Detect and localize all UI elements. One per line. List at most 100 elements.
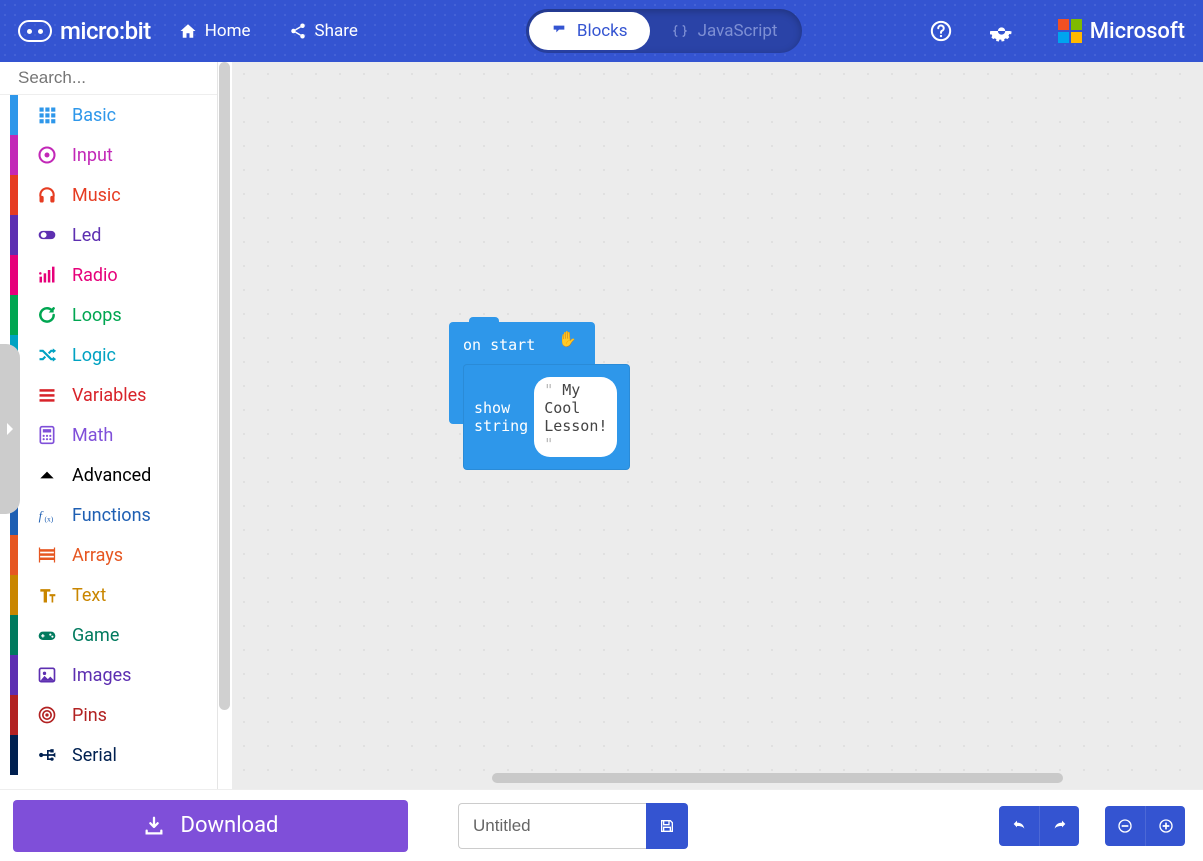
- blocks-workspace[interactable]: on start ✋ show string " My Cool Lesson!…: [232, 62, 1203, 789]
- category-basic[interactable]: Basic: [0, 95, 217, 135]
- javascript-mode-button[interactable]: JavaScript: [650, 12, 800, 50]
- project-name-group: [458, 803, 688, 849]
- help-icon[interactable]: [930, 20, 952, 42]
- category-label: Text: [72, 585, 106, 606]
- adv-category-functions[interactable]: f(x) Functions: [0, 495, 217, 535]
- home-label: Home: [205, 21, 251, 41]
- adv-category-pins[interactable]: Pins: [0, 695, 217, 735]
- category-label: Music: [72, 185, 121, 206]
- plus-icon: [1158, 818, 1174, 834]
- on-start-block[interactable]: on start ✋ show string " My Cool Lesson!…: [449, 322, 595, 424]
- adv-category-arrays[interactable]: Arrays: [0, 535, 217, 575]
- microbit-logo[interactable]: micro:bit: [18, 17, 151, 45]
- logo-text: micro:bit: [60, 17, 151, 45]
- adv-category-serial[interactable]: Serial: [0, 735, 217, 775]
- app-header: micro:bit Home Share Blocks JavaScript M…: [0, 0, 1203, 62]
- adv-category-text[interactable]: Text: [0, 575, 217, 615]
- gear-icon[interactable]: [990, 20, 1012, 42]
- minus-icon: [1117, 818, 1133, 834]
- category-loops[interactable]: Loops: [0, 295, 217, 335]
- microsoft-label: Microsoft: [1090, 19, 1185, 44]
- refresh-icon: [36, 305, 58, 325]
- category-math[interactable]: Math: [0, 415, 217, 455]
- category-logic[interactable]: Logic: [0, 335, 217, 375]
- category-label: Functions: [72, 505, 151, 526]
- category-label: Basic: [72, 105, 116, 126]
- home-button[interactable]: Home: [169, 15, 261, 47]
- category-label: Pins: [72, 705, 107, 726]
- category-led[interactable]: Led: [0, 215, 217, 255]
- category-label: Arrays: [72, 545, 123, 566]
- zoom-out-button[interactable]: [1105, 806, 1145, 846]
- microsoft-icon: [1058, 19, 1082, 43]
- adv-category-game[interactable]: Game: [0, 615, 217, 655]
- js-label: JavaScript: [698, 21, 778, 41]
- category-label: Images: [72, 665, 131, 686]
- main-area: Basic Input Music Led Radio Loops Logic Variabl…: [0, 62, 1203, 789]
- show-string-label: show string: [474, 399, 528, 435]
- fx-icon: f(x): [36, 505, 58, 525]
- chevron-right-icon: [4, 422, 16, 436]
- simulator-collapse-tab[interactable]: [0, 344, 20, 514]
- blocks-label: Blocks: [577, 21, 628, 41]
- zoom-group: [1105, 806, 1185, 846]
- download-button[interactable]: Download: [13, 800, 408, 852]
- microbit-icon: [18, 20, 52, 42]
- undo-redo-group: [999, 806, 1079, 846]
- redo-button[interactable]: [1039, 806, 1079, 846]
- mode-switch: Blocks JavaScript: [526, 9, 803, 53]
- svg-text:f: f: [39, 509, 44, 523]
- category-label: Serial: [72, 745, 117, 766]
- toggle-icon: [36, 225, 58, 245]
- category-sidebar: Basic Input Music Led Radio Loops Logic Variabl…: [0, 62, 218, 789]
- undo-button[interactable]: [999, 806, 1039, 846]
- category-label: Led: [72, 225, 101, 246]
- blocks-icon: [551, 23, 567, 39]
- image-icon: [36, 665, 58, 685]
- sidebar-scrollbar[interactable]: [219, 62, 230, 710]
- category-label: Radio: [72, 265, 118, 286]
- category-label: Variables: [72, 385, 146, 406]
- save-button[interactable]: [646, 803, 688, 849]
- share-icon: [289, 22, 307, 40]
- advanced-label: Advanced: [72, 465, 151, 486]
- on-start-label: on start: [463, 336, 535, 354]
- target-icon: [36, 145, 58, 165]
- text-icon: [36, 585, 58, 605]
- category-music[interactable]: Music: [0, 175, 217, 215]
- grid-icon: [36, 105, 58, 125]
- download-icon: [143, 815, 165, 837]
- search-input[interactable]: [18, 68, 239, 88]
- category-label: Game: [72, 625, 119, 646]
- adv-category-images[interactable]: Images: [0, 655, 217, 695]
- blocks-mode-button[interactable]: Blocks: [529, 12, 650, 50]
- string-value-input[interactable]: " My Cool Lesson! ": [534, 377, 617, 457]
- chevron-up-icon: [36, 465, 58, 485]
- project-name-input[interactable]: [458, 803, 646, 849]
- download-label: Download: [181, 813, 279, 838]
- shuffle-icon: [36, 345, 58, 365]
- redo-icon: [1052, 818, 1068, 834]
- array-icon: [36, 545, 58, 565]
- category-variables[interactable]: Variables: [0, 375, 217, 415]
- category-label: Math: [72, 425, 113, 446]
- footer-bar: Download: [0, 789, 1203, 861]
- gamepad-icon: [36, 625, 58, 645]
- advanced-toggle[interactable]: Advanced: [0, 455, 217, 495]
- zoom-in-button[interactable]: [1145, 806, 1185, 846]
- share-button[interactable]: Share: [279, 15, 368, 47]
- headphones-icon: [36, 185, 58, 205]
- pin-icon: [36, 705, 58, 725]
- category-radio[interactable]: Radio: [0, 255, 217, 295]
- save-icon: [659, 818, 675, 834]
- workspace-scrollbar[interactable]: [492, 773, 1063, 783]
- code-icon: [672, 23, 688, 39]
- home-icon: [179, 22, 197, 40]
- category-input[interactable]: Input: [0, 135, 217, 175]
- show-string-block[interactable]: show string " My Cool Lesson! ": [463, 364, 630, 470]
- category-label: Loops: [72, 305, 122, 326]
- category-label: Logic: [72, 345, 116, 366]
- category-label: Input: [72, 145, 113, 166]
- microsoft-logo[interactable]: Microsoft: [1058, 19, 1185, 44]
- list-icon: [36, 385, 58, 405]
